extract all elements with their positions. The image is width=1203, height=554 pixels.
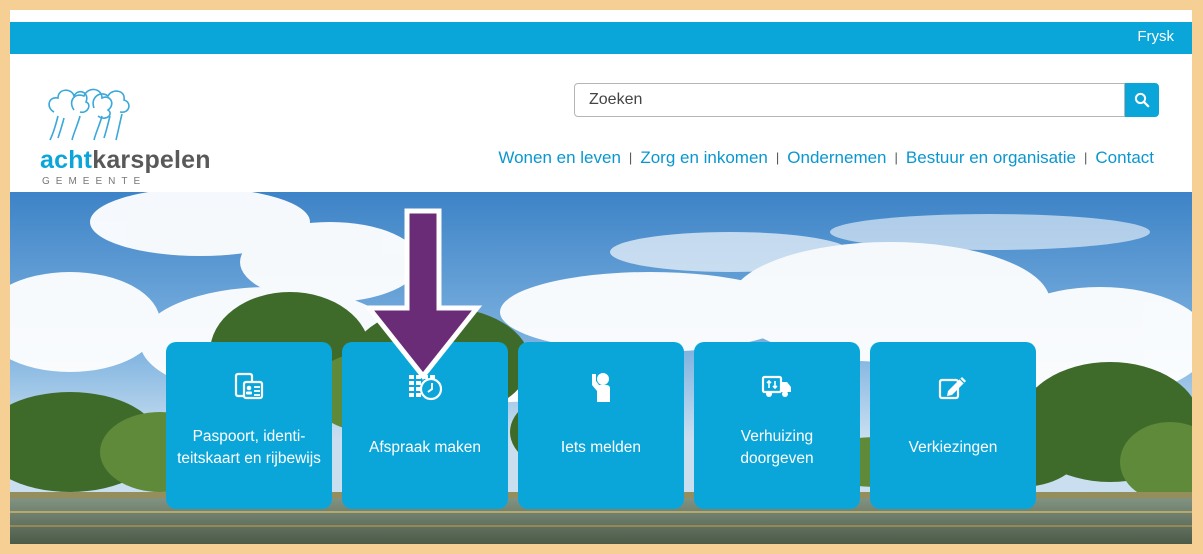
logo-word-main: karspelen (92, 146, 211, 174)
id-documents-icon (234, 370, 264, 404)
nav-separator: | (775, 150, 780, 165)
nav-bestuur-en-organisatie[interactable]: Bestuur en organisatie (906, 148, 1076, 167)
top-bar: Frysk (10, 22, 1192, 54)
tile-label: Afspraak maken (369, 438, 481, 456)
search-bar (574, 83, 1162, 117)
logo-wordmark: achtkarspelen (40, 146, 211, 175)
search-button[interactable] (1125, 83, 1159, 117)
site-logo[interactable]: achtkarspelen GEMEENTE (40, 82, 240, 194)
tile-verkiezingen[interactable]: Verkiezingen (870, 342, 1036, 509)
tile-label: Verhuizing doorgeven (740, 427, 814, 467)
nav-separator: | (894, 150, 898, 165)
search-icon (1134, 92, 1150, 108)
nav-separator: | (1084, 150, 1088, 165)
pointer-arrow-annotation (363, 208, 483, 380)
nav-contact[interactable]: Contact (1095, 148, 1154, 167)
logo-subtitle: GEMEENTE (42, 176, 147, 187)
search-input[interactable] (574, 83, 1125, 117)
nav-ondernemen[interactable]: Ondernemen (787, 148, 886, 167)
tile-paspoort[interactable]: Paspoort, identi-teitskaart en rijbewijs (166, 342, 332, 509)
nav-zorg-en-inkomen[interactable]: Zorg en inkomen (640, 148, 768, 167)
moving-truck-icon (761, 370, 793, 404)
hero-banner: Paspoort, identi-teitskaart en rijbewijs (10, 192, 1192, 544)
tile-iets-melden[interactable]: Iets melden (518, 342, 684, 509)
nav-wonen-en-leven[interactable]: Wonen en leven (498, 148, 621, 167)
ballot-pencil-icon (938, 370, 968, 404)
language-link-frysk[interactable]: Frysk (1137, 28, 1174, 45)
tile-label: Iets melden (560, 438, 642, 456)
tile-label: Paspoort, identi-teitskaart en rijbewijs (177, 427, 321, 467)
logo-word-accent: acht (40, 146, 93, 174)
trees-logo-icon (48, 88, 130, 141)
nav-separator: | (628, 150, 633, 165)
tile-label: Verkiezingen (908, 438, 998, 456)
person-report-icon (588, 370, 614, 404)
quick-links: Paspoort, identi-teitskaart en rijbewijs (10, 192, 1192, 544)
tile-verhuizing-doorgeven[interactable]: Verhuizing doorgeven (694, 342, 860, 509)
main-navigation: Wonen en leven | Zorg en inkomen | Onderneme… (498, 148, 1154, 168)
page-frame: Frysk achtkarspelen GEMEENTE Zoeken Wone… (10, 10, 1192, 544)
